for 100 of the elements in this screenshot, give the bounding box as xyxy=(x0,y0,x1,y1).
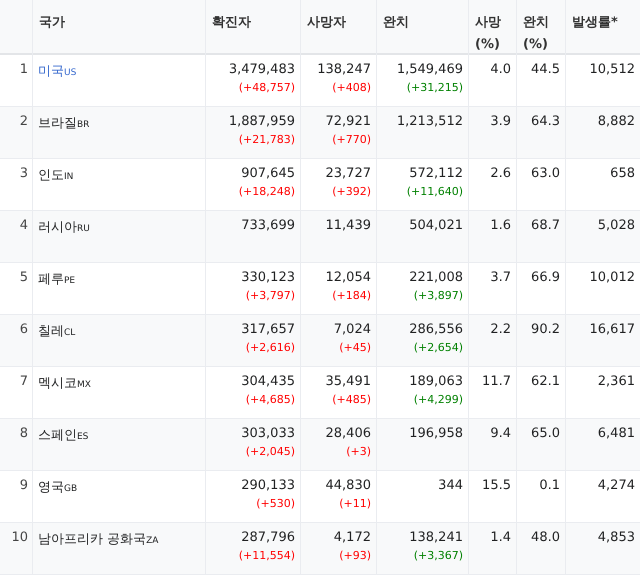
recovered-percent: 48.0 xyxy=(531,530,560,545)
recovered: 189,063 xyxy=(409,374,463,389)
country-name: 영국GB xyxy=(38,479,78,496)
incidence-rate: 16,617 xyxy=(590,322,635,337)
deaths: 28,406 xyxy=(326,426,371,441)
deaths-change: (+770) xyxy=(332,133,371,146)
rank: 4 xyxy=(20,218,28,233)
incidence-rate: 10,012 xyxy=(590,270,635,285)
recovered-percent: 90.2 xyxy=(531,322,560,337)
recovered: 196,958 xyxy=(409,426,463,441)
deaths: 11,439 xyxy=(326,218,371,233)
confirmed: 290,133 xyxy=(241,478,295,493)
incidence-rate: 10,512 xyxy=(590,62,635,77)
death-percent: 11.7 xyxy=(482,374,511,389)
incidence-rate: 5,028 xyxy=(598,218,635,233)
column-header[interactable]: 발생률* xyxy=(572,12,634,34)
recovered-change: (+2,654) xyxy=(414,341,463,354)
rank: 7 xyxy=(20,374,28,389)
country-name: 인도IN xyxy=(38,167,74,184)
rank: 3 xyxy=(20,166,28,181)
country-name: 브라질 BR xyxy=(38,115,90,132)
deaths: 44,830 xyxy=(326,478,371,493)
death-percent: 15.5 xyxy=(482,478,511,493)
deaths: 12,054 xyxy=(326,270,371,285)
confirmed: 303,033 xyxy=(241,426,295,441)
recovered: 286,556 xyxy=(409,322,463,337)
country-name: 스페인 ES xyxy=(38,427,88,444)
incidence-rate: 4,274 xyxy=(598,478,635,493)
incidence-rate: 2,361 xyxy=(598,374,635,389)
incidence-rate: 6,481 xyxy=(598,426,635,441)
confirmed: 304,435 xyxy=(241,374,295,389)
column-header[interactable]: 완치 (%) xyxy=(523,12,559,56)
confirmed-change: (+21,783) xyxy=(238,133,295,146)
column-header[interactable]: 완치 xyxy=(383,12,462,34)
recovered-percent: 66.9 xyxy=(531,270,560,285)
recovered-percent: 0.1 xyxy=(539,478,560,493)
rank: 5 xyxy=(20,270,28,285)
column-header[interactable]: 확진자 xyxy=(212,12,294,34)
recovered: 1,213,512 xyxy=(396,114,463,129)
incidence-rate: 658 xyxy=(610,166,635,181)
recovered-percent: 64.3 xyxy=(531,114,560,129)
rank: 9 xyxy=(20,478,28,493)
country-name: 칠레 CL xyxy=(38,323,76,340)
recovered-percent: 62.1 xyxy=(531,374,560,389)
rank: 8 xyxy=(20,426,28,441)
confirmed-change: (+18,248) xyxy=(238,185,295,198)
recovered-change: (+4,299) xyxy=(414,393,463,406)
recovered: 572,112 xyxy=(409,166,463,181)
death-percent: 3.9 xyxy=(490,114,511,129)
rank: 2 xyxy=(20,114,28,129)
recovered: 344 xyxy=(438,478,463,493)
recovered-change: (+3,367) xyxy=(414,549,463,562)
death-percent: 9.4 xyxy=(490,426,511,441)
confirmed-change: (+530) xyxy=(256,497,295,510)
incidence-rate: 4,853 xyxy=(598,530,635,545)
column-header[interactable]: 국가 xyxy=(39,12,199,34)
deaths: 35,491 xyxy=(326,374,371,389)
recovered-percent: 63.0 xyxy=(531,166,560,181)
confirmed: 287,796 xyxy=(241,530,295,545)
country-name: 러시아RU xyxy=(38,219,90,236)
death-percent: 4.0 xyxy=(490,62,511,77)
confirmed: 330,123 xyxy=(241,270,295,285)
recovered: 138,241 xyxy=(409,530,463,545)
confirmed-change: (+2,616) xyxy=(246,341,295,354)
deaths-change: (+408) xyxy=(332,81,371,94)
death-percent: 1.4 xyxy=(490,530,511,545)
deaths: 7,024 xyxy=(334,322,371,337)
deaths-change: (+485) xyxy=(332,393,371,406)
confirmed: 1,887,959 xyxy=(228,114,295,129)
deaths-change: (+45) xyxy=(339,341,371,354)
recovered-change: (+31,215) xyxy=(406,81,463,94)
death-percent: 2.2 xyxy=(490,322,511,337)
deaths: 138,247 xyxy=(317,62,371,77)
death-percent: 2.6 xyxy=(490,166,511,181)
death-percent: 1.6 xyxy=(490,218,511,233)
recovered-change: (+3,897) xyxy=(414,289,463,302)
rank: 10 xyxy=(11,530,28,545)
incidence-rate: 8,882 xyxy=(598,114,635,129)
country-name: 멕시코MX xyxy=(38,375,91,392)
recovered-percent: 44.5 xyxy=(531,62,560,77)
rank: 1 xyxy=(20,62,28,77)
column-header[interactable]: 사망 (%) xyxy=(475,12,510,56)
deaths: 72,921 xyxy=(326,114,371,129)
deaths-change: (+184) xyxy=(332,289,371,302)
country-name: 남아프리카 공화국ZA xyxy=(38,531,158,548)
column-header[interactable]: 사망자 xyxy=(307,12,370,34)
deaths-change: (+392) xyxy=(332,185,371,198)
deaths: 4,172 xyxy=(334,530,371,545)
confirmed-change: (+3,797) xyxy=(246,289,295,302)
deaths-change: (+3) xyxy=(346,445,371,458)
confirmed-change: (+11,554) xyxy=(238,549,295,562)
country-name: 페루PE xyxy=(38,271,76,288)
recovered: 221,008 xyxy=(409,270,463,285)
death-percent: 3.7 xyxy=(490,270,511,285)
country-link[interactable]: 미국US xyxy=(38,62,76,80)
recovered: 504,021 xyxy=(409,218,463,233)
recovered-change: (+11,640) xyxy=(406,185,463,198)
confirmed: 733,699 xyxy=(241,218,295,233)
recovered-percent: 68.7 xyxy=(531,218,560,233)
confirmed-change: (+48,757) xyxy=(238,81,295,94)
